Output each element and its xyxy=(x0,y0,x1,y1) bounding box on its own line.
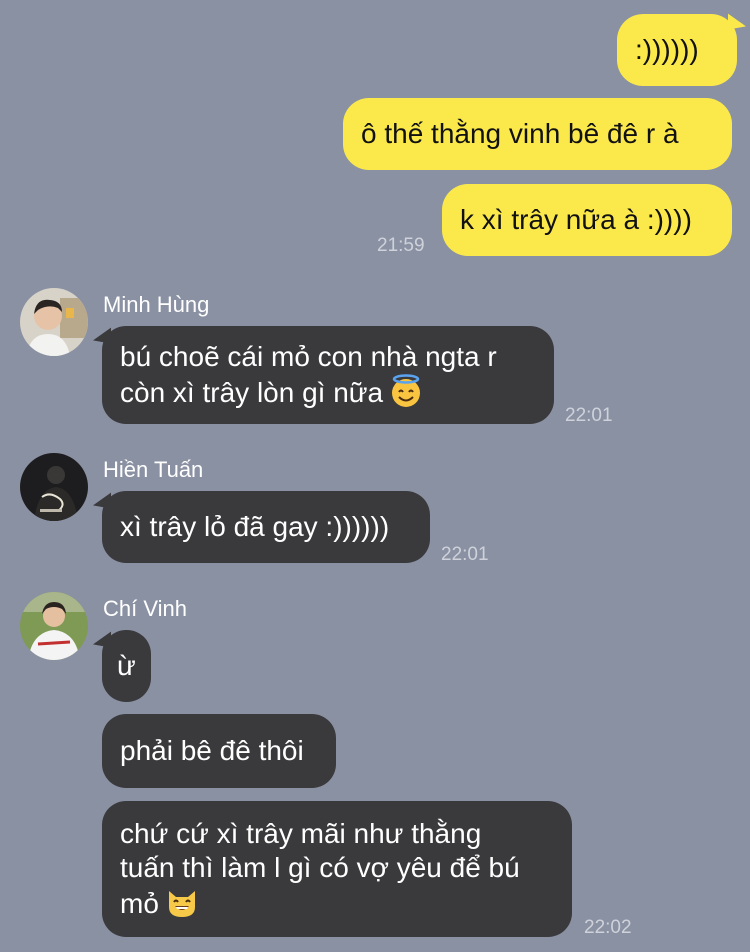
message-text: ừ xyxy=(117,650,136,681)
incoming-message[interactable]: chứ cứ xì trây mãi như thằng tuấn thì là… xyxy=(102,801,572,937)
sender-name: Hiền Tuấn xyxy=(103,457,204,482)
smiling-face-with-halo-icon xyxy=(392,374,421,407)
bubble-tail xyxy=(93,489,111,509)
bubble-tail xyxy=(93,324,111,344)
incoming-message[interactable]: ừ xyxy=(93,628,151,702)
message-text: xì trây lỏ đã gay :)))))) xyxy=(120,511,390,542)
message-timestamp: 22:01 xyxy=(441,544,489,565)
message-timestamp: 21:59 xyxy=(377,235,425,256)
message-timestamp: 22:01 xyxy=(565,405,613,426)
baseball-jersey-avatar[interactable] xyxy=(20,592,88,660)
outgoing-message[interactable]: k xì trây nữa à :)))) xyxy=(442,184,732,256)
sender-name: Minh Hùng xyxy=(103,292,210,317)
message-text: chứ cứ xì trây mãi như thằng tuấn thì là… xyxy=(120,818,520,919)
sender-name: Chí Vinh xyxy=(103,596,187,621)
incoming-message[interactable]: phải bê đê thôi xyxy=(102,714,336,788)
message-text: ô thế thằng vinh bê đê r à xyxy=(361,118,679,149)
message-text: :)))))) xyxy=(635,34,699,65)
incoming-message[interactable]: bú choẽ cái mỏ con nhà ngta r còn xì trâ… xyxy=(93,324,554,424)
bubble-tail xyxy=(93,628,111,648)
outgoing-message[interactable]: ô thế thằng vinh bê đê r à xyxy=(343,98,732,170)
incoming-message[interactable]: xì trây lỏ đã gay :)))))) xyxy=(93,489,430,563)
bubble-tail xyxy=(728,10,746,30)
message-text: k xì trây nữa à :)))) xyxy=(460,204,692,235)
person-photo-avatar[interactable] xyxy=(20,288,88,356)
dark-photo-avatar[interactable] xyxy=(20,453,88,521)
message-text: phải bê đê thôi xyxy=(120,735,304,766)
outgoing-message[interactable]: :)))))) xyxy=(617,10,746,86)
message-text: bú choẽ cái mỏ con nhà ngta r còn xì trâ… xyxy=(120,341,497,408)
message-timestamp: 22:02 xyxy=(584,917,632,938)
grinning-cat-face-icon xyxy=(168,891,195,917)
